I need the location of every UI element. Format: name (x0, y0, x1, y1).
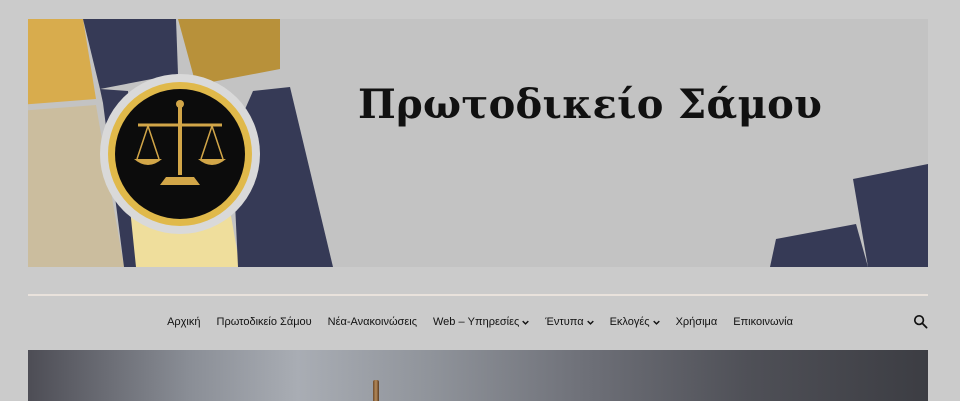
nav-item-court[interactable]: Πρωτοδικείο Σάμου (217, 316, 312, 328)
search-icon[interactable] (913, 314, 928, 329)
nav-item-useful[interactable]: Χρήσιμα (676, 316, 718, 328)
nav-item-elections[interactable]: Εκλογές (610, 316, 660, 328)
chevron-down-icon (586, 320, 594, 325)
chevron-down-icon (652, 320, 660, 325)
page: Πρωτοδικείο Σάμου Αρχική Πρωτοδικείο Σάμ… (0, 0, 960, 401)
main-navigation: Αρχική Πρωτοδικείο Σάμου Νέα-Ανακοινώσει… (0, 312, 960, 332)
hero-bottle-shape (373, 380, 379, 401)
chevron-down-icon (522, 320, 530, 325)
tile-navy-bottom-2 (853, 164, 928, 267)
nav-item-forms[interactable]: Έντυπα (545, 316, 594, 328)
nav-item-label: Εκλογές (609, 316, 650, 328)
nav-item-web-services[interactable]: Web – Υπηρεσίες (433, 316, 530, 328)
header-banner[interactable]: Πρωτοδικείο Σάμου (28, 19, 928, 267)
nav-item-contact[interactable]: Επικοινωνία (733, 316, 793, 328)
site-title: Πρωτοδικείο Σάμου (358, 81, 823, 128)
nav-item-label: Web – Υπηρεσίες (433, 316, 520, 328)
nav-item-label: Χρήσιμα (675, 316, 718, 328)
nav-item-news[interactable]: Νέα-Ανακοινώσεις (328, 316, 417, 328)
tile-gold-top-left (28, 19, 96, 105)
nav-item-home[interactable]: Αρχική (167, 316, 200, 328)
tile-gold-top-right (178, 19, 280, 85)
nav-item-label: Επικοινωνία (733, 316, 793, 328)
hero-image (28, 350, 928, 401)
nav-item-label: Νέα-Ανακοινώσεις (327, 316, 417, 328)
nav-item-label: Αρχική (167, 316, 201, 328)
nav-item-label: Έντυπα (545, 316, 584, 328)
nav-item-label: Πρωτοδικείο Σάμου (216, 316, 312, 328)
banner-graphic (28, 19, 928, 267)
header-divider (28, 294, 928, 296)
tile-navy-bottom-1 (770, 224, 868, 267)
